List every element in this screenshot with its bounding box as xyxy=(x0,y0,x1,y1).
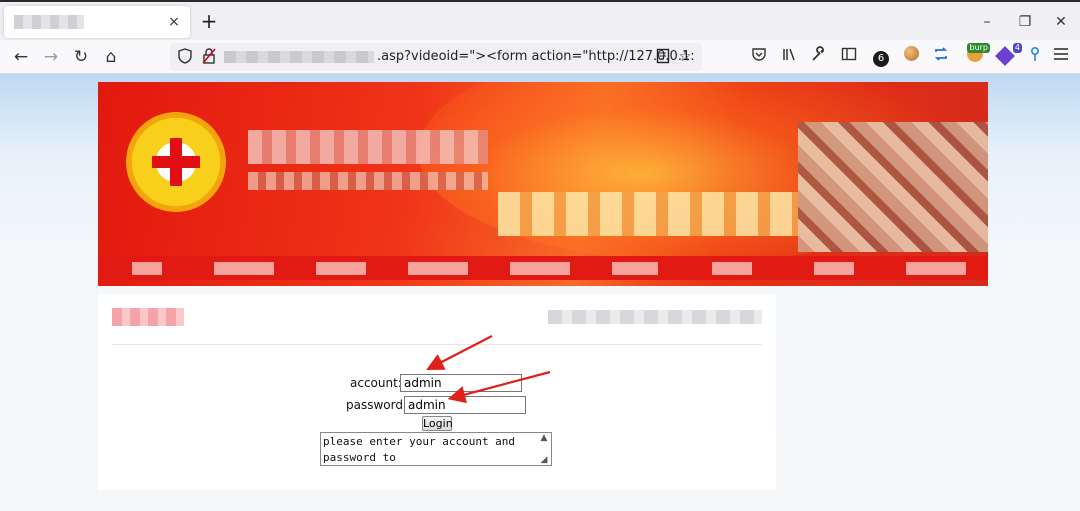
site-nav-item[interactable] xyxy=(214,262,274,275)
message-textarea[interactable]: please enter your account and password t… xyxy=(320,432,552,466)
counter-badge: 6 xyxy=(873,51,889,67)
site-nav-item[interactable] xyxy=(132,262,162,275)
site-nav-bar xyxy=(98,256,988,280)
back-button[interactable]: ← xyxy=(9,45,33,69)
login-card: account: admin password: admin Login ple… xyxy=(98,294,776,490)
tab-title-redacted xyxy=(14,15,84,29)
navigation-bar: ← → ↻ ⌂ .asp?videoid="><form action="htt… xyxy=(0,40,1080,74)
bookmark-star-icon[interactable]: ☆ xyxy=(676,48,694,66)
scroll-up-icon[interactable]: ▲ xyxy=(539,433,549,443)
site-nav-item[interactable] xyxy=(612,262,658,275)
site-nav-item[interactable] xyxy=(814,262,854,275)
forward-button[interactable]: → xyxy=(39,45,63,69)
red-cross-emblem xyxy=(126,112,226,212)
tracking-shield-icon[interactable] xyxy=(178,48,194,66)
minimize-button[interactable]: – xyxy=(972,11,1002,33)
message-text: please enter your account and password t… xyxy=(323,435,516,464)
burp-badge: burp xyxy=(967,43,990,53)
sync-extension-icon[interactable] xyxy=(930,46,952,68)
counter-extension-icon[interactable]: 6 xyxy=(870,46,892,68)
site-banner xyxy=(98,82,988,286)
library-icon[interactable] xyxy=(778,46,800,68)
banner-slogan-redacted xyxy=(498,192,798,236)
close-window-button[interactable]: ✕ xyxy=(1046,11,1076,33)
url-text: .asp?videoid="><form action="http://127.… xyxy=(377,49,695,64)
password-input[interactable]: admin xyxy=(404,396,526,414)
site-nav-item[interactable] xyxy=(712,262,752,275)
banner-subtitle-redacted xyxy=(248,172,488,190)
home-button[interactable]: ⌂ xyxy=(99,45,123,69)
reload-button[interactable]: ↻ xyxy=(69,45,93,69)
tab-close-icon[interactable]: × xyxy=(164,12,184,32)
banner-photo-redacted xyxy=(798,122,988,252)
login-button[interactable]: Login xyxy=(422,416,453,431)
banner-title-redacted xyxy=(248,130,488,164)
site-nav-item[interactable] xyxy=(316,262,366,275)
url-redacted xyxy=(224,51,374,63)
site-nav-item[interactable] xyxy=(906,262,966,275)
burp-extension-icon[interactable]: burp xyxy=(964,43,990,68)
location-pin-icon[interactable] xyxy=(1024,46,1046,68)
insecure-lock-icon[interactable] xyxy=(202,48,218,66)
url-bar[interactable]: .asp?videoid="><form action="http://127.… xyxy=(170,43,702,71)
active-tab[interactable]: × xyxy=(4,6,190,38)
site-nav-item[interactable] xyxy=(408,262,468,275)
resize-grip-icon[interactable]: ◢ xyxy=(539,455,549,465)
page-viewport: account: admin password: admin Login ple… xyxy=(0,74,1080,511)
divider xyxy=(112,344,762,345)
menu-hamburger-icon[interactable] xyxy=(1050,46,1072,68)
sidebar-icon[interactable] xyxy=(838,46,860,68)
restore-button[interactable]: ❐ xyxy=(1010,11,1040,33)
purple-extension-icon[interactable]: 4 xyxy=(994,43,1022,68)
cookie-extension-icon[interactable] xyxy=(900,46,922,68)
card-heading-redacted xyxy=(112,308,184,326)
pocket-icon[interactable] xyxy=(748,46,770,68)
account-input[interactable]: admin xyxy=(400,374,522,392)
new-tab-button[interactable]: + xyxy=(198,11,220,33)
site-nav-item[interactable] xyxy=(510,262,570,275)
card-breadcrumb-redacted xyxy=(548,310,762,324)
reader-view-icon[interactable] xyxy=(654,48,672,66)
account-label: account: xyxy=(350,376,402,390)
password-label: password: xyxy=(346,398,408,412)
wrench-icon[interactable] xyxy=(808,46,830,68)
tab-strip: × + – ❐ ✕ xyxy=(0,0,1080,40)
extension-count-badge: 4 xyxy=(1012,43,1022,53)
